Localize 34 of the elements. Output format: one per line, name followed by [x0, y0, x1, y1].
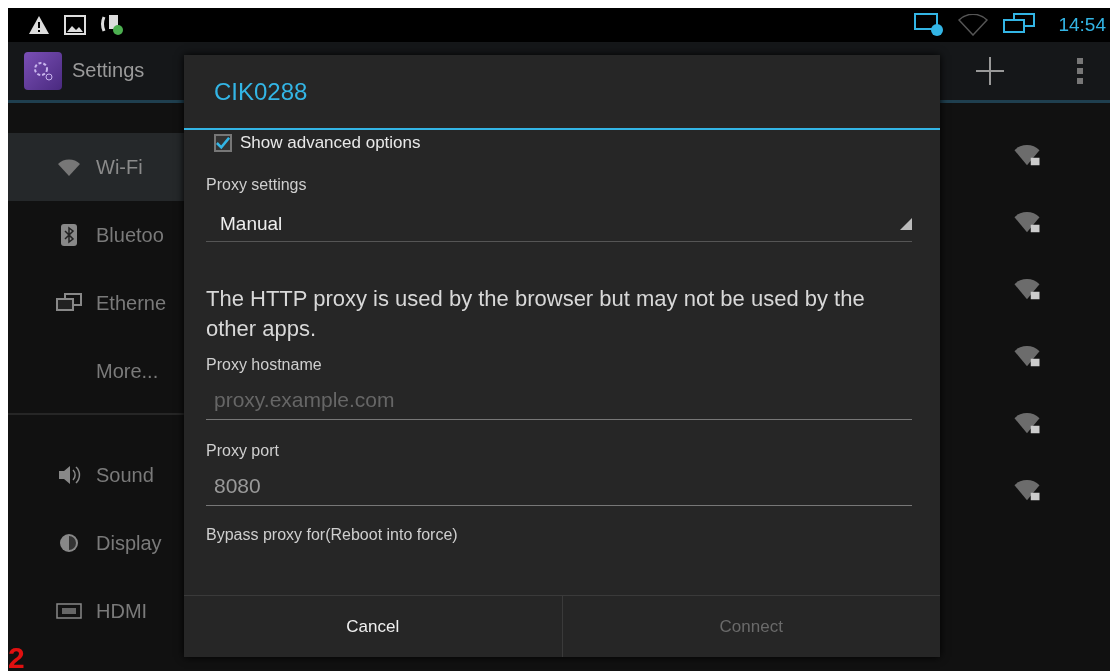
monitors-icon — [56, 293, 82, 313]
field-label: Proxy settings — [206, 176, 308, 194]
dropdown-corner-icon — [900, 217, 912, 230]
brightness-icon — [58, 532, 80, 554]
wifi-outline-icon — [958, 13, 989, 36]
sidebar-item[interactable]: More... — [8, 337, 188, 405]
monitor-blocked-icon — [914, 12, 945, 37]
field-label: Proxy port — [206, 442, 280, 460]
port-field[interactable]: 8080 — [206, 466, 912, 506]
app-title: Settings — [72, 59, 145, 83]
dialog-button[interactable]: Cancel — [184, 596, 563, 657]
sidebar-item[interactable]: Display — [8, 509, 188, 577]
bluetooth-icon — [61, 224, 77, 246]
phone-check-icon — [100, 13, 126, 36]
proxy-dropdown[interactable]: Manual — [206, 206, 912, 242]
settings-app-icon[interactable] — [24, 51, 62, 90]
field-label: Proxy hostname — [206, 356, 323, 374]
warning-icon — [28, 14, 50, 35]
description-text: The HTTP proxy is used by the browser but may not be used by the other apps. — [206, 285, 866, 343]
overflow-menu-icon[interactable] — [1076, 55, 1084, 86]
sidebar-item[interactable]: Sound — [8, 441, 188, 509]
hostname-field[interactable]: proxy.example.com — [206, 380, 912, 420]
checkbox[interactable] — [214, 134, 232, 152]
sidebar-item[interactable]: Bluetoo — [8, 201, 188, 269]
add-icon[interactable] — [974, 54, 1006, 87]
image-icon — [64, 14, 86, 35]
clock-time: 14:54 — [1058, 13, 1106, 36]
checkbox-label: Show advanced options — [240, 133, 421, 153]
sidebar-item[interactable]: Etherne — [8, 269, 188, 337]
dialog-title: CIK0288 — [184, 55, 940, 130]
wifi-icon — [57, 158, 81, 176]
speaker-icon — [57, 464, 81, 486]
hd-icon — [56, 603, 82, 619]
field-label: Bypass proxy for(Reboot into force) — [206, 526, 459, 544]
